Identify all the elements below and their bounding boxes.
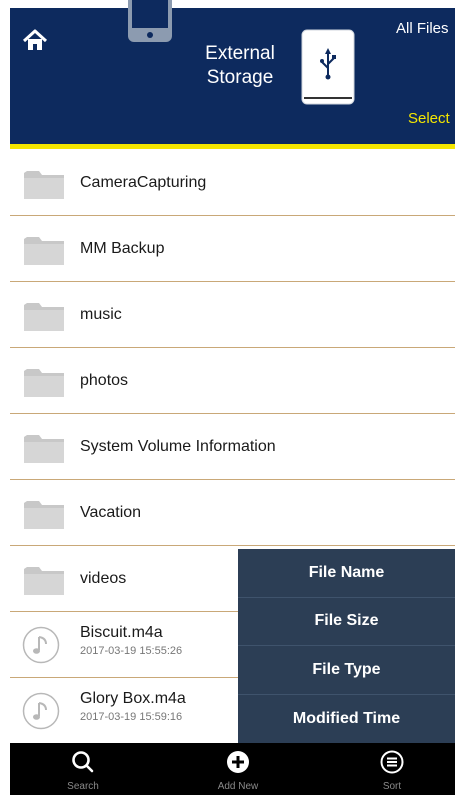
item-name: music	[80, 305, 122, 323]
list-circle-icon	[380, 750, 404, 774]
list-item[interactable]: CameraCapturing	[10, 150, 455, 216]
sort-option-file-size[interactable]: File Size	[238, 598, 455, 646]
sort-option-file-name[interactable]: File Name	[238, 549, 455, 598]
folder-icon	[24, 501, 64, 529]
add-new-tab-label: Add New	[217, 781, 259, 792]
item-name: Biscuit.m4a	[80, 624, 163, 641]
folder-icon	[24, 237, 64, 265]
search-tab-label: Search	[67, 781, 99, 792]
item-name: Glory Box.m4a	[80, 690, 186, 707]
device-icon	[118, 0, 182, 44]
sort-menu: File Name File Size File Type Modified T…	[238, 549, 455, 743]
list-item[interactable]: music	[10, 282, 455, 348]
item-name: videos	[80, 569, 127, 587]
item-date: 2017-03-19 15:59:16	[80, 711, 183, 723]
item-name: Vacation	[80, 503, 142, 521]
all-files-filter[interactable]: All Files	[396, 20, 449, 37]
list-item[interactable]: Vacation	[10, 480, 455, 546]
bottom-tab-bar: Search Add New Sort	[10, 743, 455, 795]
home-icon	[22, 29, 48, 50]
item-name: photos	[80, 371, 129, 389]
item-name: CameraCapturing	[80, 173, 207, 191]
sort-option-modified-time[interactable]: Modified Time	[238, 695, 455, 744]
music-note-icon	[22, 692, 60, 730]
search-icon	[72, 751, 94, 773]
folder-icon	[24, 171, 64, 199]
folder-icon	[24, 303, 64, 331]
folder-icon	[24, 567, 64, 595]
music-note-icon	[22, 626, 60, 664]
list-item[interactable]: MM Backup	[10, 216, 455, 282]
header-underline	[10, 144, 455, 149]
sort-tab[interactable]: Sort	[347, 743, 437, 795]
list-item[interactable]: System Volume Information	[10, 414, 455, 480]
folder-icon	[24, 435, 64, 463]
sort-tab-label: Sort	[382, 781, 402, 792]
home-button[interactable]	[20, 26, 50, 56]
select-button[interactable]: Select	[408, 110, 450, 127]
item-name: System Volume Information	[80, 437, 276, 455]
storage-title: External Storage	[170, 42, 310, 90]
usb-drive-icon	[300, 28, 356, 108]
plus-circle-icon	[227, 751, 249, 773]
item-date: 2017-03-19 15:55:26	[80, 645, 183, 657]
storage-title-line1: External	[205, 43, 275, 64]
search-tab[interactable]: Search	[38, 743, 128, 795]
list-item[interactable]: photos	[10, 348, 455, 414]
item-name: MM Backup	[80, 239, 165, 257]
add-new-tab[interactable]: Add New	[193, 743, 283, 795]
sort-option-file-type[interactable]: File Type	[238, 646, 455, 695]
folder-icon	[24, 369, 64, 397]
storage-title-line2: Storage	[206, 67, 274, 88]
